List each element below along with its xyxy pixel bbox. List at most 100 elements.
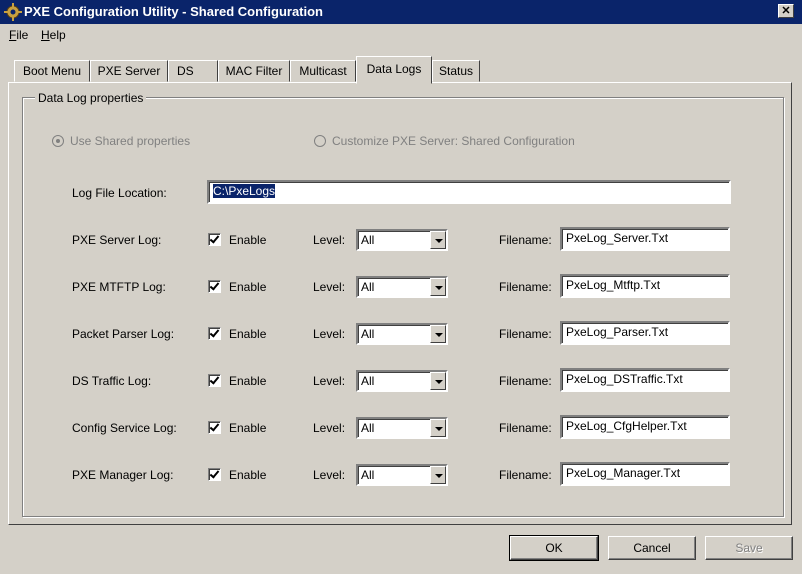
- enable-label: Enable: [229, 327, 267, 341]
- enable-checkbox[interactable]: Enable: [208, 327, 266, 341]
- log-location-input[interactable]: C:\PxeLogs: [207, 180, 731, 204]
- chevron-down-icon[interactable]: [430, 372, 446, 390]
- enable-checkbox[interactable]: Enable: [208, 421, 266, 435]
- data-log-properties-group: [22, 97, 784, 517]
- filename-value: PxeLog_Manager.Txt: [566, 466, 681, 480]
- filename-label: Filename:: [499, 233, 552, 247]
- level-label: Level:: [313, 327, 346, 341]
- log-row: DS Traffic Log: Enable Level: All Filename: P…: [0, 362, 802, 392]
- checkbox-checked-icon: [208, 327, 221, 340]
- close-button[interactable]: ✕: [778, 4, 794, 18]
- radio-unselected-icon: [314, 135, 326, 147]
- log-row: PXE MTFTP Log: Enable Level: All Filename: Px…: [0, 268, 802, 298]
- checkbox-checked-icon: [208, 421, 221, 434]
- level-value: All: [361, 468, 375, 482]
- log-row: PXE Manager Log: Enable Level: All Filename:…: [0, 456, 802, 486]
- filename-input[interactable]: PxeLog_DSTraffic.Txt: [560, 368, 730, 392]
- menu-bar: File Help: [0, 26, 802, 46]
- checkbox-checked-icon: [208, 468, 221, 481]
- menu-help[interactable]: Help: [41, 28, 66, 42]
- level-label: Level:: [313, 233, 346, 247]
- chevron-down-icon[interactable]: [430, 466, 446, 484]
- filename-value: PxeLog_Mtftp.Txt: [566, 278, 661, 292]
- log-name-label: PXE MTFTP Log:: [72, 280, 166, 294]
- log-row: PXE Server Log: Enable Level: All Filename: P…: [0, 221, 802, 251]
- checkbox-checked-icon: [208, 374, 221, 387]
- filename-label: Filename:: [499, 421, 552, 435]
- gear-app-icon: [4, 3, 22, 21]
- tab-data-logs[interactable]: Data Logs: [356, 56, 432, 84]
- ok-button[interactable]: OK: [509, 535, 599, 561]
- window-title: PXE Configuration Utility - Shared Confi…: [24, 4, 323, 19]
- filename-input[interactable]: PxeLog_CfgHelper.Txt: [560, 415, 730, 439]
- level-label: Level:: [313, 421, 346, 435]
- level-label: Level:: [313, 280, 346, 294]
- radio-customize[interactable]: Customize PXE Server: Shared Configurati…: [314, 134, 575, 148]
- filename-value: PxeLog_Server.Txt: [566, 231, 669, 245]
- enable-label: Enable: [229, 280, 267, 294]
- log-name-label: Packet Parser Log:: [72, 327, 175, 341]
- level-select[interactable]: All: [356, 464, 448, 486]
- level-value: All: [361, 233, 375, 247]
- checkbox-checked-icon: [208, 280, 221, 293]
- radio-use-shared-label: Use Shared properties: [70, 134, 191, 148]
- enable-label: Enable: [229, 468, 267, 482]
- menu-file[interactable]: File: [9, 28, 28, 42]
- level-select[interactable]: All: [356, 276, 448, 298]
- tab-multicast[interactable]: Multicast: [290, 60, 356, 82]
- log-name-label: PXE Manager Log:: [72, 468, 174, 482]
- enable-checkbox[interactable]: Enable: [208, 280, 266, 294]
- title-bar: PXE Configuration Utility - Shared Confi…: [0, 0, 802, 24]
- enable-checkbox[interactable]: Enable: [208, 468, 266, 482]
- radio-selected-icon: [52, 135, 64, 147]
- level-value: All: [361, 374, 375, 388]
- log-name-label: Config Service Log:: [72, 421, 177, 435]
- enable-label: Enable: [229, 421, 267, 435]
- tab-status[interactable]: Status: [432, 60, 480, 82]
- filename-label: Filename:: [499, 468, 552, 482]
- log-row: Config Service Log: Enable Level: All Filena…: [0, 409, 802, 439]
- filename-label: Filename:: [499, 374, 552, 388]
- filename-input[interactable]: PxeLog_Manager.Txt: [560, 462, 730, 486]
- tab-ds[interactable]: DS: [168, 60, 218, 82]
- group-legend: Data Log properties: [35, 91, 147, 105]
- tab-boot-menu[interactable]: Boot Menu: [14, 60, 90, 82]
- filename-value: PxeLog_CfgHelper.Txt: [566, 419, 687, 433]
- tab-pxe-server[interactable]: PXE Server: [90, 60, 168, 82]
- level-value: All: [361, 421, 375, 435]
- enable-checkbox[interactable]: Enable: [208, 233, 266, 247]
- log-name-label: DS Traffic Log:: [72, 374, 152, 388]
- filename-label: Filename:: [499, 327, 552, 341]
- log-row: Packet Parser Log: Enable Level: All Filenam…: [0, 315, 802, 345]
- chevron-down-icon[interactable]: [430, 419, 446, 437]
- level-select[interactable]: All: [356, 417, 448, 439]
- level-label: Level:: [313, 468, 346, 482]
- level-select[interactable]: All: [356, 323, 448, 345]
- checkbox-checked-icon: [208, 233, 221, 246]
- log-name-label: PXE Server Log:: [72, 233, 162, 247]
- enable-label: Enable: [229, 233, 267, 247]
- tab-mac-filter[interactable]: MAC Filter: [218, 60, 290, 82]
- radio-use-shared[interactable]: Use Shared properties: [52, 134, 190, 148]
- filename-label: Filename:: [499, 280, 552, 294]
- level-value: All: [361, 280, 375, 294]
- enable-label: Enable: [229, 374, 267, 388]
- filename-input[interactable]: PxeLog_Server.Txt: [560, 227, 730, 251]
- chevron-down-icon[interactable]: [430, 325, 446, 343]
- filename-input[interactable]: PxeLog_Mtftp.Txt: [560, 274, 730, 298]
- level-select[interactable]: All: [356, 229, 448, 251]
- save-button[interactable]: Save: [705, 536, 793, 560]
- chevron-down-icon[interactable]: [430, 278, 446, 296]
- level-value: All: [361, 327, 375, 341]
- cancel-button[interactable]: Cancel: [608, 536, 696, 560]
- level-select[interactable]: All: [356, 370, 448, 392]
- filename-input[interactable]: PxeLog_Parser.Txt: [560, 321, 730, 345]
- log-location-value: C:\PxeLogs: [213, 184, 276, 198]
- radio-customize-label: Customize PXE Server: Shared Configurati…: [332, 134, 575, 148]
- chevron-down-icon[interactable]: [430, 231, 446, 249]
- enable-checkbox[interactable]: Enable: [208, 374, 266, 388]
- filename-value: PxeLog_DSTraffic.Txt: [566, 372, 683, 386]
- filename-value: PxeLog_Parser.Txt: [566, 325, 669, 339]
- level-label: Level:: [313, 374, 346, 388]
- log-location-label: Log File Location:: [72, 186, 167, 200]
